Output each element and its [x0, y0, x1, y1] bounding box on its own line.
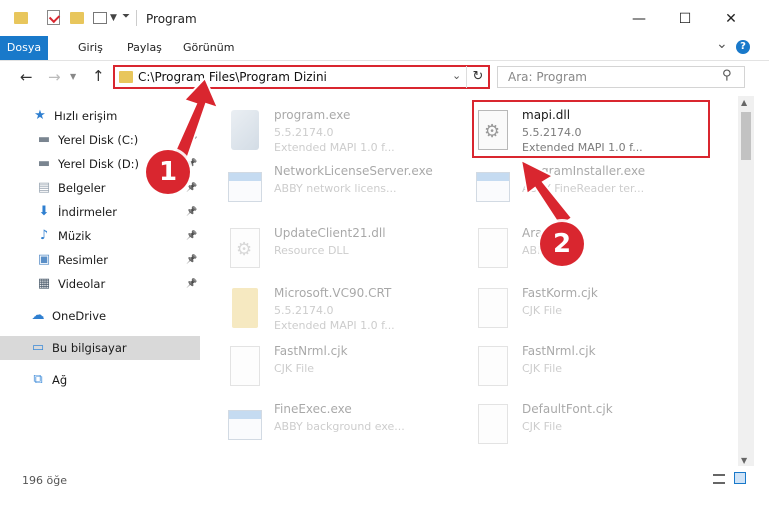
arrow-two [519, 158, 574, 228]
callout-two: 2 [540, 222, 584, 266]
callout-one: 1 [146, 150, 190, 194]
callout-arrows [170, 76, 574, 228]
arrow-one [170, 76, 220, 164]
